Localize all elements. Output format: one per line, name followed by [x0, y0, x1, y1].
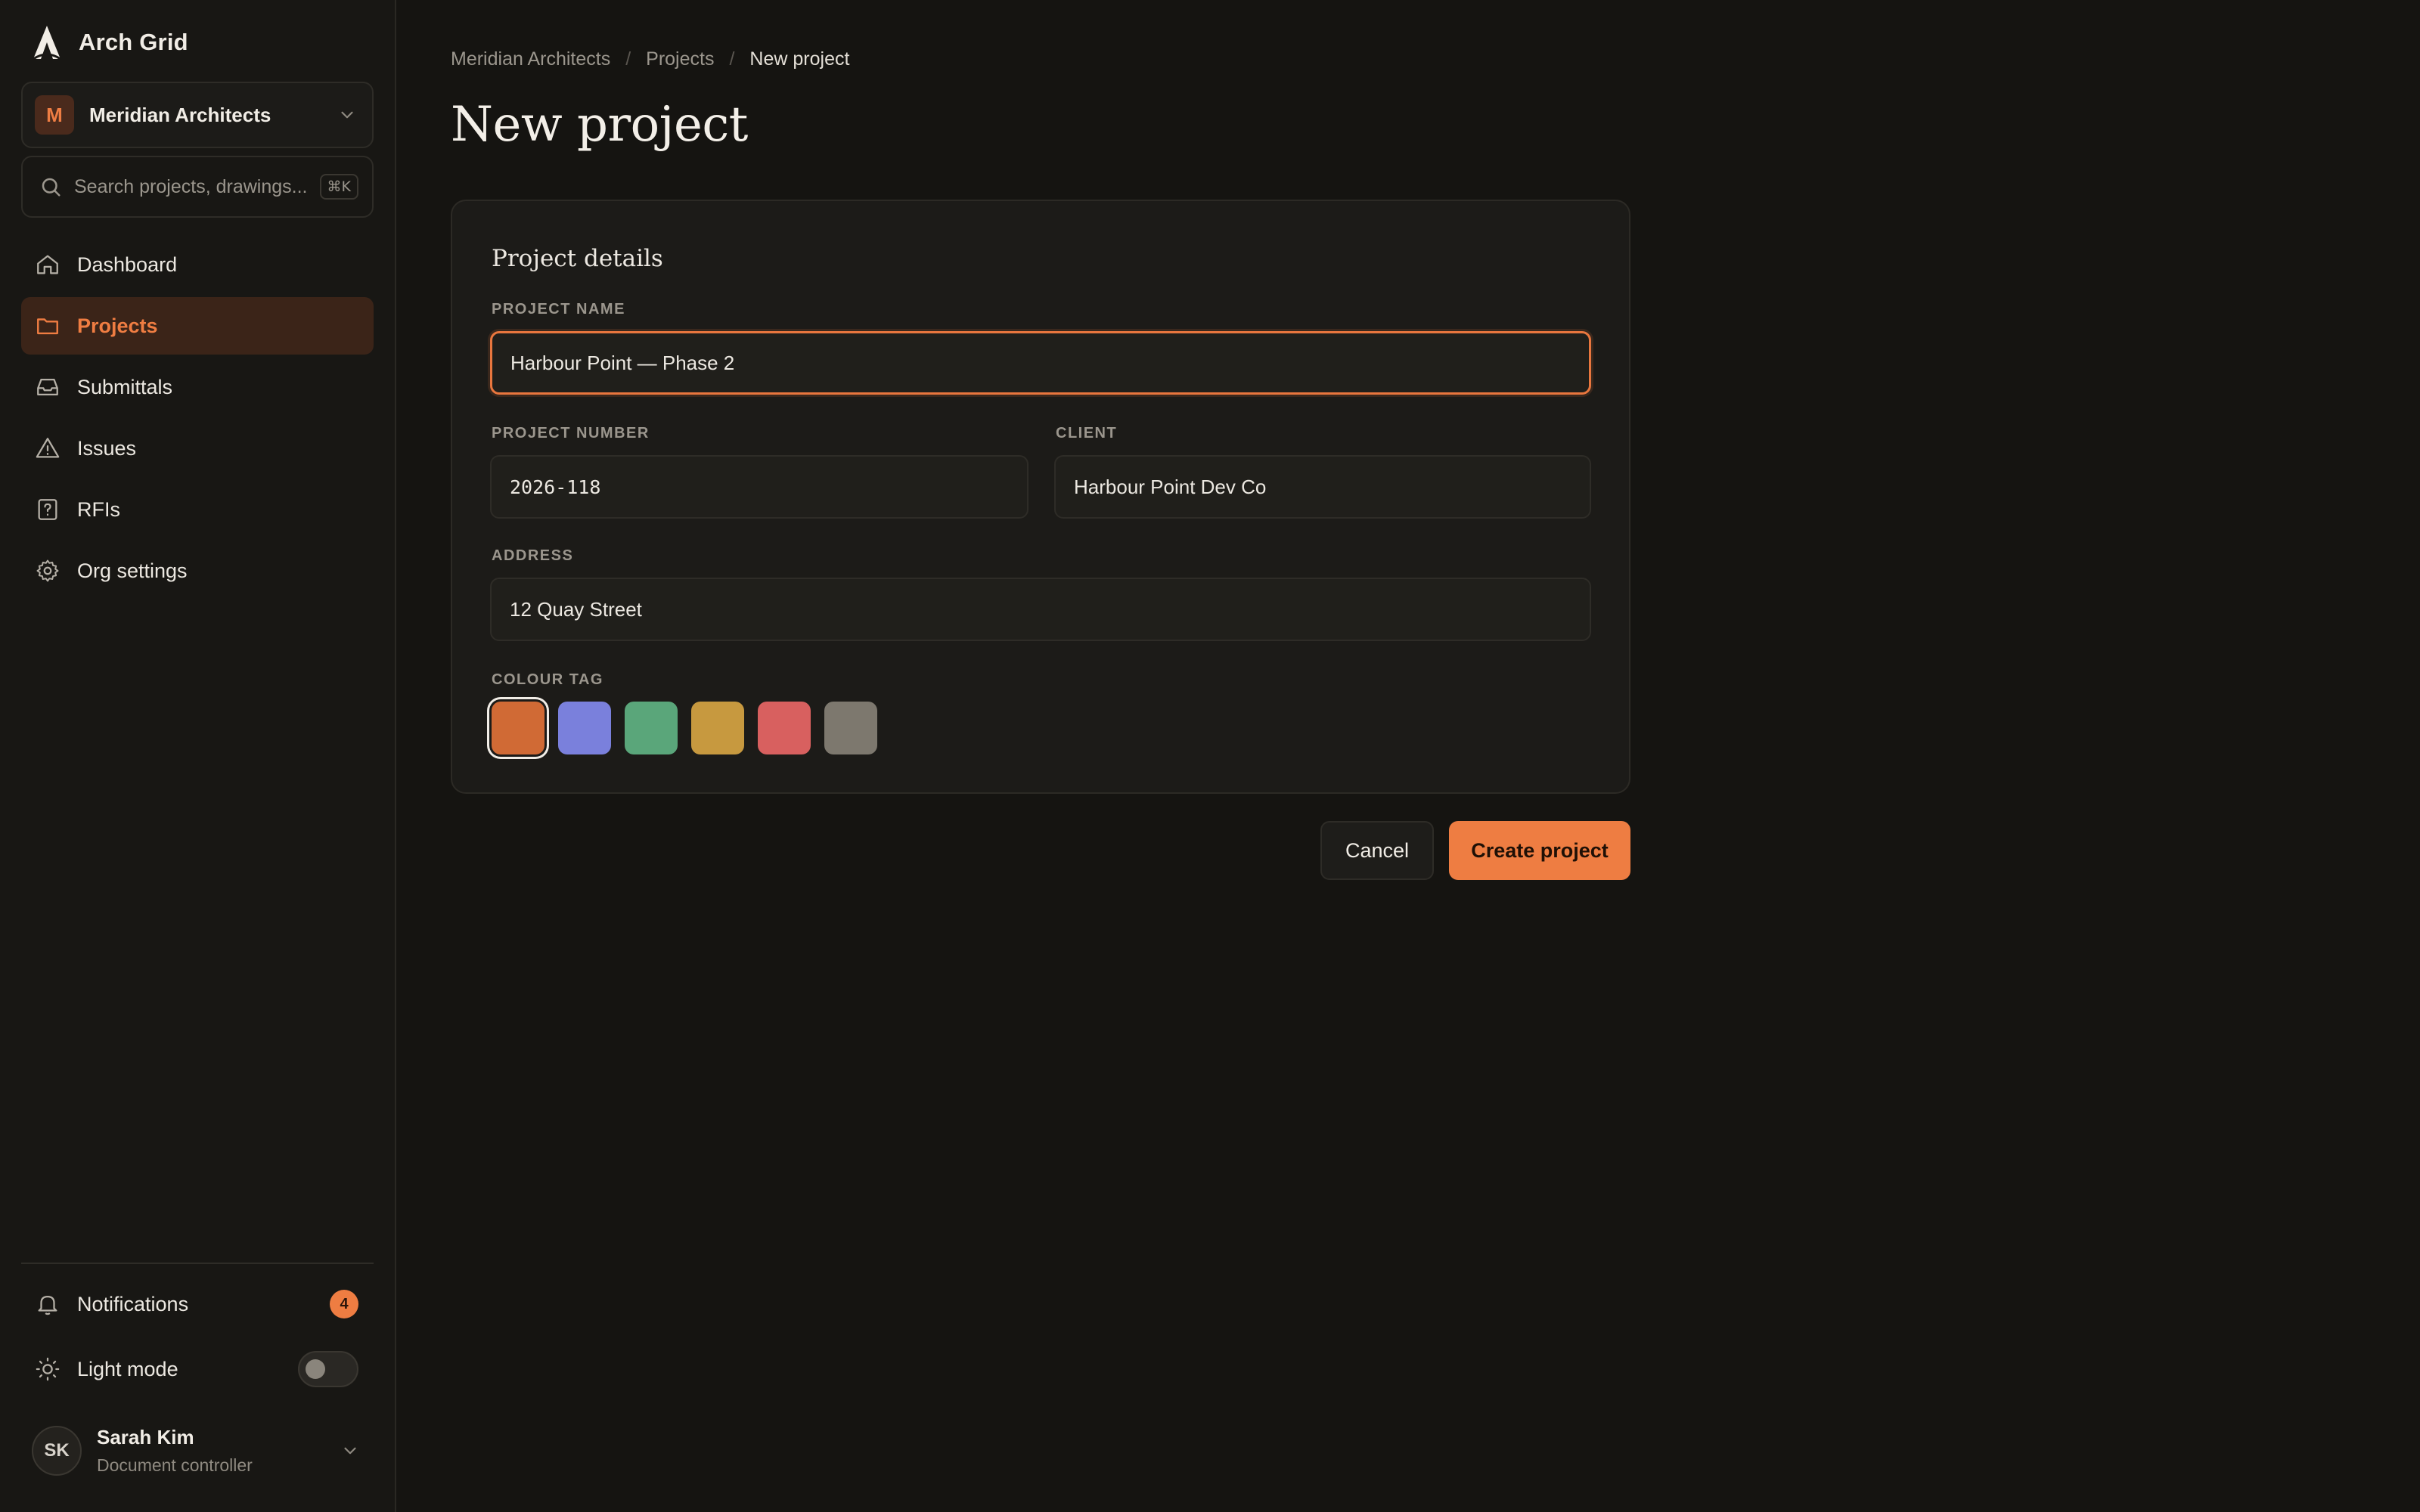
- cancel-button[interactable]: Cancel: [1320, 821, 1434, 880]
- light-mode-label: Light mode: [77, 1357, 178, 1380]
- breadcrumb: Meridian Architects / Projects / New pro…: [451, 48, 849, 70]
- colour-swatch-grey[interactable]: [824, 702, 877, 754]
- breadcrumb-org[interactable]: Meridian Architects: [451, 48, 610, 70]
- project-number-input[interactable]: [490, 455, 1028, 519]
- search-icon: [42, 178, 60, 197]
- org-avatar: M: [35, 95, 74, 135]
- chevron-down-icon: [341, 111, 353, 119]
- sidebar-nav: Dashboard Projects Submittals Issues RFI…: [21, 236, 374, 603]
- sidebar-item-label: Dashboard: [77, 253, 178, 276]
- client-input[interactable]: [1054, 455, 1591, 519]
- sidebar: Arch Grid M Meridian Architects ⌘K Dashb…: [0, 0, 396, 1512]
- brand[interactable]: Arch Grid: [30, 24, 188, 60]
- breadcrumb-current: New project: [749, 48, 850, 70]
- sun-icon: [36, 1357, 60, 1381]
- address-label: ADDRESS: [492, 547, 574, 564]
- folder-icon: [37, 318, 58, 335]
- sidebar-item-label: Issues: [77, 436, 137, 460]
- colour-swatch-green[interactable]: [625, 702, 678, 754]
- chevron-down-icon: [344, 1447, 356, 1455]
- search-box[interactable]: ⌘K: [21, 156, 374, 218]
- app-name: Arch Grid: [79, 29, 188, 55]
- shortcut-hint: ⌘K: [319, 174, 358, 200]
- colour-swatch-gold[interactable]: [691, 702, 744, 754]
- bell-icon: [38, 1295, 57, 1315]
- org-name: Meridian Architects: [89, 103, 271, 126]
- sidebar-item-label: RFIs: [77, 497, 120, 521]
- colour-swatch-orange[interactable]: [492, 702, 544, 754]
- notifications-badge: 4: [330, 1290, 358, 1318]
- search-input[interactable]: [74, 175, 312, 198]
- colour-tag-picker: [492, 702, 877, 754]
- logo-icon: [33, 26, 61, 60]
- sidebar-item-submittals[interactable]: Submittals: [21, 358, 374, 416]
- colour-tag-label: COLOUR TAG: [492, 671, 603, 688]
- sidebar-item-label: Submittals: [77, 375, 173, 398]
- notifications-label: Notifications: [77, 1292, 189, 1315]
- breadcrumb-separator: /: [729, 48, 735, 70]
- address-input[interactable]: [490, 578, 1591, 641]
- user-meta: Sarah Kim Document controller: [97, 1426, 340, 1476]
- toggle-knob: [306, 1359, 325, 1379]
- light-mode-item: Light mode: [21, 1343, 374, 1396]
- sidebar-divider: [21, 1263, 374, 1264]
- inbox-icon: [37, 378, 58, 396]
- avatar: SK: [32, 1426, 82, 1476]
- create-project-button[interactable]: Create project: [1449, 821, 1630, 880]
- section-title: Project details: [492, 245, 663, 272]
- project-number-label: PROJECT NUMBER: [492, 425, 650, 442]
- sidebar-item-rfis[interactable]: RFIs: [21, 481, 374, 538]
- project-name-input[interactable]: [490, 331, 1591, 395]
- sidebar-item-dashboard[interactable]: Dashboard: [21, 236, 374, 293]
- user-role: Document controller: [97, 1455, 253, 1475]
- notifications-item[interactable]: Notifications 4: [21, 1278, 374, 1331]
- sidebar-item-projects[interactable]: Projects: [21, 297, 374, 355]
- breadcrumb-separator: /: [625, 48, 631, 70]
- sidebar-item-issues[interactable]: Issues: [21, 420, 374, 477]
- home-icon: [37, 255, 58, 274]
- sidebar-item-label: Projects: [77, 314, 158, 337]
- user-name: Sarah Kim: [97, 1426, 194, 1448]
- page-title: New project: [451, 97, 748, 153]
- sidebar-item-org-settings[interactable]: Org settings: [21, 542, 374, 600]
- question-icon: [38, 499, 57, 520]
- org-switcher[interactable]: M Meridian Architects: [21, 82, 374, 148]
- colour-swatch-red[interactable]: [758, 702, 811, 754]
- gear-icon: [36, 559, 59, 582]
- colour-swatch-blue[interactable]: [558, 702, 611, 754]
- project-name-label: PROJECT NAME: [492, 301, 625, 318]
- client-label: CLIENT: [1056, 425, 1118, 442]
- light-mode-toggle[interactable]: [298, 1351, 358, 1387]
- project-details-card: Project details PROJECT NAME PROJECT NUM…: [451, 200, 1630, 794]
- user-menu[interactable]: SK Sarah Kim Document controller: [21, 1418, 374, 1483]
- sidebar-item-label: Org settings: [77, 559, 188, 582]
- breadcrumb-projects[interactable]: Projects: [646, 48, 714, 70]
- warning-icon: [36, 438, 60, 458]
